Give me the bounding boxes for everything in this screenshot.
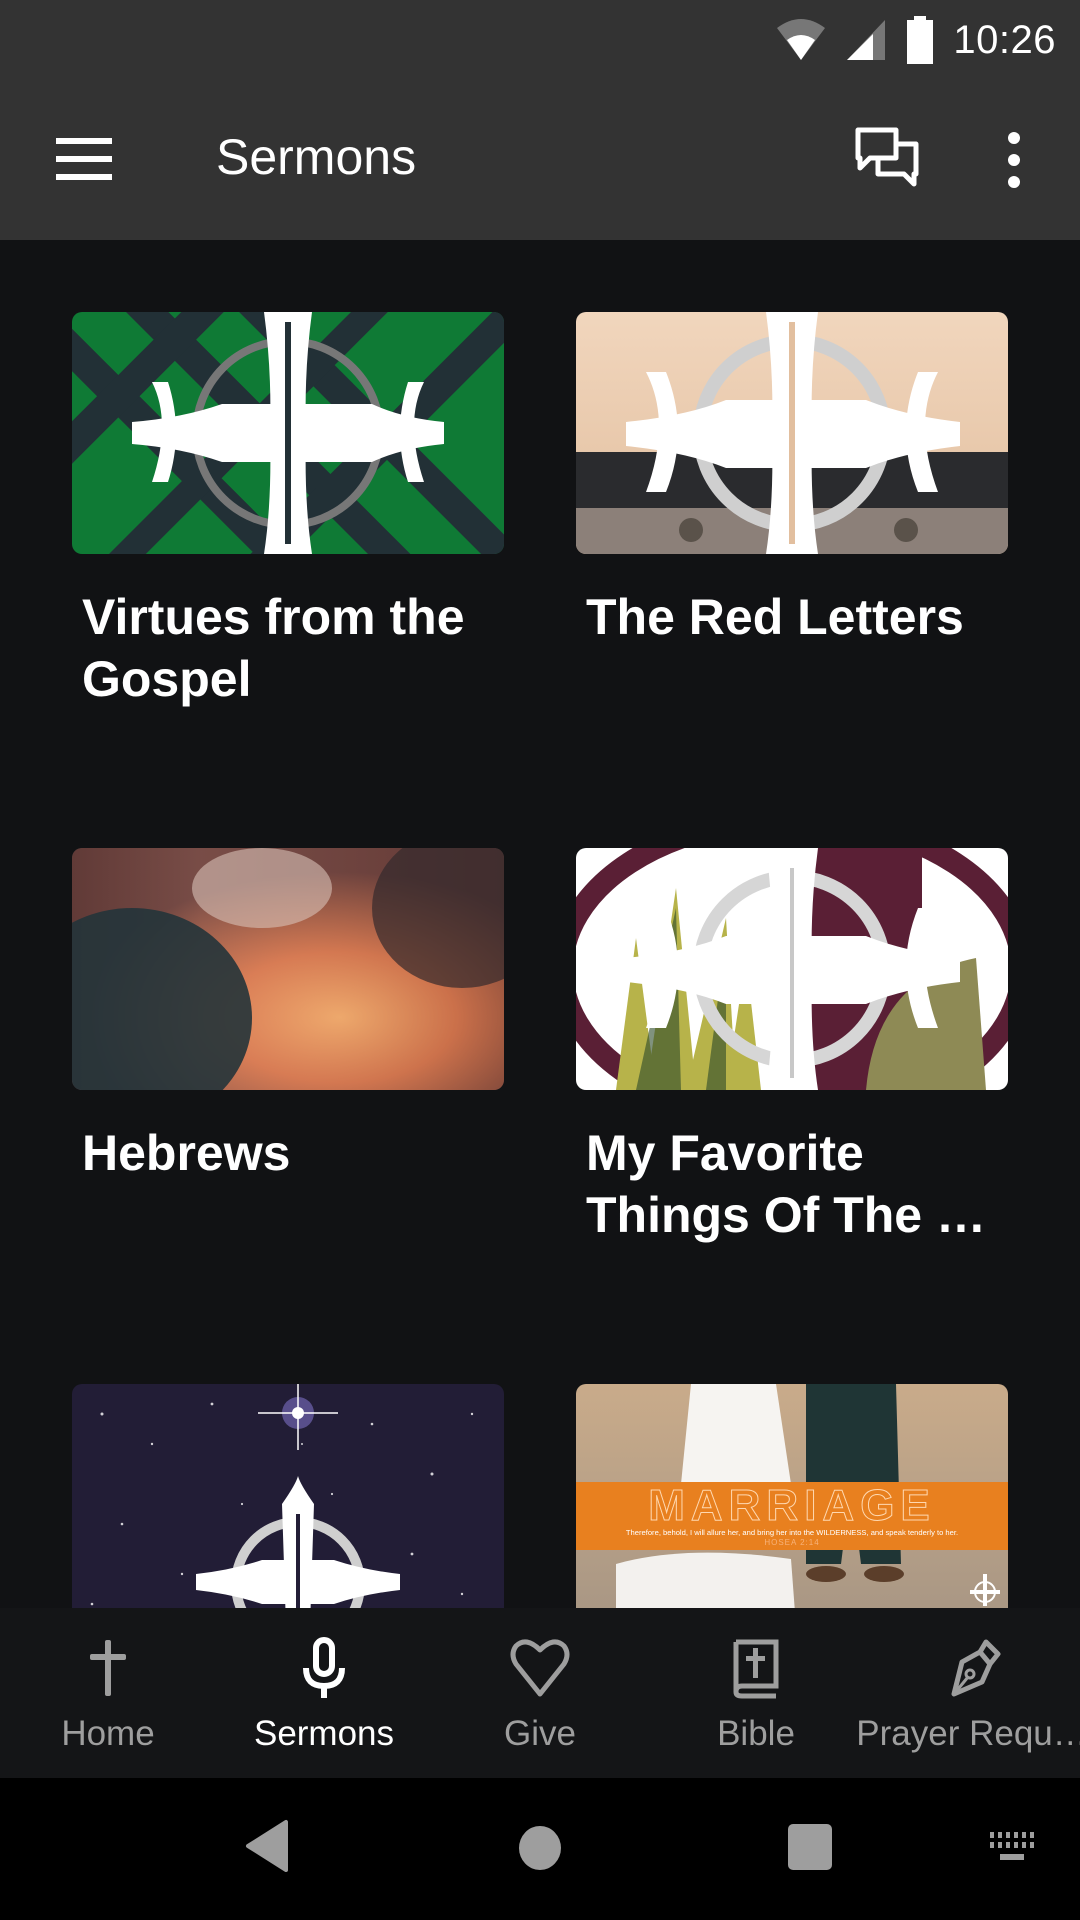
bottom-navigation: Home Sermons Give Bible Prayer Requ… bbox=[0, 1608, 1080, 1778]
series-thumbnail-typewriter-cross bbox=[576, 312, 1008, 554]
cross-icon bbox=[90, 1640, 126, 1696]
series-thumbnail-plant-cross bbox=[576, 848, 1008, 1090]
nav-tab-prayer-requests[interactable]: Prayer Requ… bbox=[856, 1608, 1080, 1778]
nav-tab-home[interactable]: Home bbox=[0, 1608, 216, 1778]
keyboard-icon[interactable] bbox=[988, 1830, 1036, 1864]
series-card[interactable]: The Red Letters bbox=[576, 312, 1008, 648]
church-logo-icon bbox=[970, 1574, 1000, 1606]
back-icon[interactable] bbox=[242, 1818, 290, 1874]
chat-bubbles-icon[interactable] bbox=[850, 124, 930, 196]
nav-tab-give[interactable]: Give bbox=[432, 1608, 648, 1778]
series-thumbnail-clouds bbox=[72, 848, 504, 1090]
series-thumbnail-marriage: MARRIAGE Therefore, behold, I will allur… bbox=[576, 1384, 1008, 1608]
series-title: Hebrews bbox=[82, 1125, 291, 1181]
bible-icon bbox=[733, 1639, 779, 1699]
marriage-reference: HOSEA 2:14 bbox=[764, 1538, 820, 1547]
app-bar: Sermons bbox=[0, 80, 1080, 240]
nav-tab-bible[interactable]: Bible bbox=[648, 1608, 864, 1778]
status-bar: 10:26 bbox=[0, 0, 1080, 80]
page-title: Sermons bbox=[216, 129, 417, 185]
home-circle-icon[interactable] bbox=[516, 1824, 564, 1872]
nav-label: Give bbox=[504, 1714, 576, 1753]
series-thumbnail-starry-cross bbox=[72, 1384, 504, 1608]
pen-nib-icon bbox=[951, 1639, 1001, 1697]
nav-label: Prayer Requ… bbox=[856, 1714, 1080, 1753]
nav-label: Home bbox=[61, 1714, 155, 1753]
series-card[interactable]: Virtues from the Gospel bbox=[72, 312, 504, 710]
status-time: 10:26 bbox=[953, 17, 1056, 62]
series-card[interactable]: Hebrews bbox=[72, 848, 504, 1184]
system-navigation-bar bbox=[0, 1778, 1080, 1920]
more-vert-icon[interactable] bbox=[990, 124, 1038, 196]
cell-signal-icon bbox=[847, 20, 886, 60]
nav-tab-sermons[interactable]: Sermons bbox=[216, 1608, 432, 1778]
heart-icon bbox=[510, 1639, 570, 1697]
series-card[interactable]: My Favorite Things Of The … bbox=[576, 848, 1008, 1246]
sermon-series-grid[interactable]: Virtues from the Gospel The Red Letters … bbox=[0, 240, 1080, 1608]
hamburger-menu-icon[interactable] bbox=[44, 130, 114, 190]
series-thumbnail-green-cross bbox=[72, 312, 504, 554]
recents-icon[interactable] bbox=[786, 1822, 834, 1872]
marriage-banner: MARRIAGE Therefore, behold, I will allur… bbox=[576, 1482, 1008, 1550]
series-title: The Red Letters bbox=[586, 589, 964, 645]
marriage-headline: MARRIAGE bbox=[648, 1482, 936, 1530]
wifi-icon bbox=[777, 19, 826, 60]
series-card[interactable] bbox=[72, 1384, 504, 1608]
series-card[interactable]: MARRIAGE Therefore, behold, I will allur… bbox=[576, 1384, 1008, 1608]
nav-label: Sermons bbox=[253, 1714, 395, 1753]
battery-icon bbox=[907, 16, 934, 64]
nav-label: Bible bbox=[717, 1714, 795, 1753]
series-title: My Favorite Things Of The … bbox=[586, 1125, 986, 1243]
marriage-verse: Therefore, behold, I will allure her, an… bbox=[625, 1528, 959, 1537]
microphone-icon bbox=[303, 1637, 345, 1698]
series-title: Virtues from the Gospel bbox=[82, 589, 465, 707]
